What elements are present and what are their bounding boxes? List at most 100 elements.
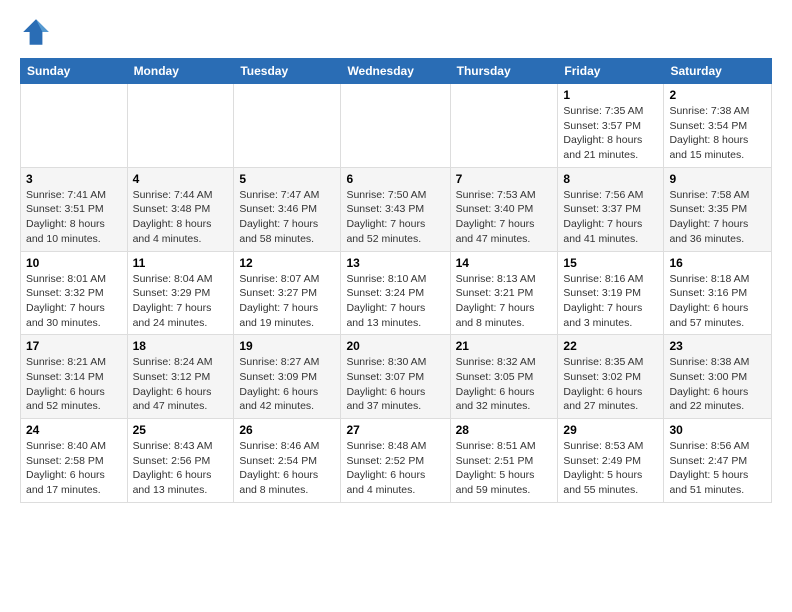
day-info: Sunrise: 8:07 AM Sunset: 3:27 PM Dayligh… bbox=[239, 272, 335, 331]
calendar-cell: 1 Sunrise: 7:35 AM Sunset: 3:57 PM Daylig… bbox=[558, 84, 664, 168]
calendar-cell: 14 Sunrise: 8:13 AM Sunset: 3:21 PM Dayli… bbox=[450, 251, 558, 335]
calendar-cell: 3 Sunrise: 7:41 AM Sunset: 3:51 PM Daylig… bbox=[21, 167, 128, 251]
day-number: 23 bbox=[669, 339, 766, 353]
day-number: 7 bbox=[456, 172, 553, 186]
day-number: 1 bbox=[563, 88, 658, 102]
calendar-week-5: 24 Sunrise: 8:40 AM Sunset: 2:58 PM Dayli… bbox=[21, 419, 772, 503]
day-number: 11 bbox=[133, 256, 229, 270]
calendar-cell: 4Sunrise: 7:44 AM Sunset: 3:48 PM Daylig… bbox=[127, 167, 234, 251]
calendar-cell bbox=[341, 84, 450, 168]
calendar-cell bbox=[450, 84, 558, 168]
day-info: Sunrise: 8:56 AM Sunset: 2:47 PM Dayligh… bbox=[669, 439, 766, 498]
day-info: Sunrise: 8:21 AM Sunset: 3:14 PM Dayligh… bbox=[26, 355, 122, 414]
day-info: Sunrise: 8:10 AM Sunset: 3:24 PM Dayligh… bbox=[346, 272, 444, 331]
day-info: Sunrise: 7:38 AM Sunset: 3:54 PM Dayligh… bbox=[669, 104, 766, 163]
day-number: 9 bbox=[669, 172, 766, 186]
day-number: 21 bbox=[456, 339, 553, 353]
day-info: Sunrise: 7:56 AM Sunset: 3:37 PM Dayligh… bbox=[563, 188, 658, 247]
calendar-cell: 21 Sunrise: 8:32 AM Sunset: 3:05 PM Dayli… bbox=[450, 335, 558, 419]
day-number: 16 bbox=[669, 256, 766, 270]
calendar-cell: 23 Sunrise: 8:38 AM Sunset: 3:00 PM Dayli… bbox=[664, 335, 772, 419]
day-info: Sunrise: 8:30 AM Sunset: 3:07 PM Dayligh… bbox=[346, 355, 444, 414]
calendar-header-tuesday: Tuesday bbox=[234, 59, 341, 84]
day-info: Sunrise: 7:47 AM Sunset: 3:46 PM Dayligh… bbox=[239, 188, 335, 247]
day-number: 27 bbox=[346, 423, 444, 437]
calendar-cell: 29Sunrise: 8:53 AM Sunset: 2:49 PM Dayli… bbox=[558, 419, 664, 503]
day-number: 20 bbox=[346, 339, 444, 353]
day-info: Sunrise: 7:58 AM Sunset: 3:35 PM Dayligh… bbox=[669, 188, 766, 247]
day-info: Sunrise: 8:46 AM Sunset: 2:54 PM Dayligh… bbox=[239, 439, 335, 498]
day-info: Sunrise: 8:24 AM Sunset: 3:12 PM Dayligh… bbox=[133, 355, 229, 414]
calendar-cell: 22 Sunrise: 8:35 AM Sunset: 3:02 PM Dayli… bbox=[558, 335, 664, 419]
calendar-cell: 26 Sunrise: 8:46 AM Sunset: 2:54 PM Dayli… bbox=[234, 419, 341, 503]
day-info: Sunrise: 8:18 AM Sunset: 3:16 PM Dayligh… bbox=[669, 272, 766, 331]
calendar-header-saturday: Saturday bbox=[664, 59, 772, 84]
day-number: 6 bbox=[346, 172, 444, 186]
calendar-cell: 17 Sunrise: 8:21 AM Sunset: 3:14 PM Dayli… bbox=[21, 335, 128, 419]
day-number: 5 bbox=[239, 172, 335, 186]
day-info: Sunrise: 8:38 AM Sunset: 3:00 PM Dayligh… bbox=[669, 355, 766, 414]
calendar-cell: 25 Sunrise: 8:43 AM Sunset: 2:56 PM Dayli… bbox=[127, 419, 234, 503]
day-number: 3 bbox=[26, 172, 122, 186]
day-info: Sunrise: 8:01 AM Sunset: 3:32 PM Dayligh… bbox=[26, 272, 122, 331]
day-info: Sunrise: 8:53 AM Sunset: 2:49 PM Dayligh… bbox=[563, 439, 658, 498]
day-number: 26 bbox=[239, 423, 335, 437]
calendar-cell bbox=[127, 84, 234, 168]
day-number: 25 bbox=[133, 423, 229, 437]
day-number: 13 bbox=[346, 256, 444, 270]
day-info: Sunrise: 8:27 AM Sunset: 3:09 PM Dayligh… bbox=[239, 355, 335, 414]
calendar-cell bbox=[234, 84, 341, 168]
day-info: Sunrise: 8:43 AM Sunset: 2:56 PM Dayligh… bbox=[133, 439, 229, 498]
day-info: Sunrise: 8:32 AM Sunset: 3:05 PM Dayligh… bbox=[456, 355, 553, 414]
calendar-cell: 10 Sunrise: 8:01 AM Sunset: 3:32 PM Dayli… bbox=[21, 251, 128, 335]
calendar-cell: 2 Sunrise: 7:38 AM Sunset: 3:54 PM Daylig… bbox=[664, 84, 772, 168]
calendar-cell bbox=[21, 84, 128, 168]
day-number: 12 bbox=[239, 256, 335, 270]
day-info: Sunrise: 8:48 AM Sunset: 2:52 PM Dayligh… bbox=[346, 439, 444, 498]
calendar-cell: 11 Sunrise: 8:04 AM Sunset: 3:29 PM Dayli… bbox=[127, 251, 234, 335]
header bbox=[20, 16, 772, 48]
calendar-cell: 9 Sunrise: 7:58 AM Sunset: 3:35 PM Daylig… bbox=[664, 167, 772, 251]
calendar-cell: 28Sunrise: 8:51 AM Sunset: 2:51 PM Dayli… bbox=[450, 419, 558, 503]
day-number: 17 bbox=[26, 339, 122, 353]
calendar-cell: 24 Sunrise: 8:40 AM Sunset: 2:58 PM Dayli… bbox=[21, 419, 128, 503]
logo-icon bbox=[20, 16, 52, 48]
day-info: Sunrise: 8:04 AM Sunset: 3:29 PM Dayligh… bbox=[133, 272, 229, 331]
day-number: 22 bbox=[563, 339, 658, 353]
page: SundayMondayTuesdayWednesdayThursdayFrid… bbox=[0, 0, 792, 513]
day-number: 10 bbox=[26, 256, 122, 270]
day-number: 28 bbox=[456, 423, 553, 437]
calendar-header-friday: Friday bbox=[558, 59, 664, 84]
day-number: 8 bbox=[563, 172, 658, 186]
calendar: SundayMondayTuesdayWednesdayThursdayFrid… bbox=[20, 58, 772, 503]
day-number: 2 bbox=[669, 88, 766, 102]
day-number: 15 bbox=[563, 256, 658, 270]
calendar-cell: 8 Sunrise: 7:56 AM Sunset: 3:37 PM Daylig… bbox=[558, 167, 664, 251]
calendar-cell: 7 Sunrise: 7:53 AM Sunset: 3:40 PM Daylig… bbox=[450, 167, 558, 251]
calendar-header-row: SundayMondayTuesdayWednesdayThursdayFrid… bbox=[21, 59, 772, 84]
calendar-week-1: 1 Sunrise: 7:35 AM Sunset: 3:57 PM Daylig… bbox=[21, 84, 772, 168]
day-number: 14 bbox=[456, 256, 553, 270]
calendar-cell: 19Sunrise: 8:27 AM Sunset: 3:09 PM Dayli… bbox=[234, 335, 341, 419]
day-info: Sunrise: 8:13 AM Sunset: 3:21 PM Dayligh… bbox=[456, 272, 553, 331]
calendar-week-2: 3 Sunrise: 7:41 AM Sunset: 3:51 PM Daylig… bbox=[21, 167, 772, 251]
day-info: Sunrise: 8:35 AM Sunset: 3:02 PM Dayligh… bbox=[563, 355, 658, 414]
calendar-cell: 13 Sunrise: 8:10 AM Sunset: 3:24 PM Dayli… bbox=[341, 251, 450, 335]
calendar-cell: 16 Sunrise: 8:18 AM Sunset: 3:16 PM Dayli… bbox=[664, 251, 772, 335]
day-info: Sunrise: 8:16 AM Sunset: 3:19 PM Dayligh… bbox=[563, 272, 658, 331]
calendar-cell: 20 Sunrise: 8:30 AM Sunset: 3:07 PM Dayli… bbox=[341, 335, 450, 419]
calendar-cell: 12 Sunrise: 8:07 AM Sunset: 3:27 PM Dayli… bbox=[234, 251, 341, 335]
day-info: Sunrise: 7:53 AM Sunset: 3:40 PM Dayligh… bbox=[456, 188, 553, 247]
day-number: 24 bbox=[26, 423, 122, 437]
calendar-header-monday: Monday bbox=[127, 59, 234, 84]
calendar-cell: 15 Sunrise: 8:16 AM Sunset: 3:19 PM Dayli… bbox=[558, 251, 664, 335]
day-number: 30 bbox=[669, 423, 766, 437]
day-info: Sunrise: 7:41 AM Sunset: 3:51 PM Dayligh… bbox=[26, 188, 122, 247]
calendar-cell: 5 Sunrise: 7:47 AM Sunset: 3:46 PM Daylig… bbox=[234, 167, 341, 251]
day-info: Sunrise: 7:35 AM Sunset: 3:57 PM Dayligh… bbox=[563, 104, 658, 163]
calendar-week-4: 17 Sunrise: 8:21 AM Sunset: 3:14 PM Dayli… bbox=[21, 335, 772, 419]
day-info: Sunrise: 7:44 AM Sunset: 3:48 PM Dayligh… bbox=[133, 188, 229, 247]
logo bbox=[20, 16, 56, 48]
calendar-header-thursday: Thursday bbox=[450, 59, 558, 84]
day-info: Sunrise: 8:40 AM Sunset: 2:58 PM Dayligh… bbox=[26, 439, 122, 498]
